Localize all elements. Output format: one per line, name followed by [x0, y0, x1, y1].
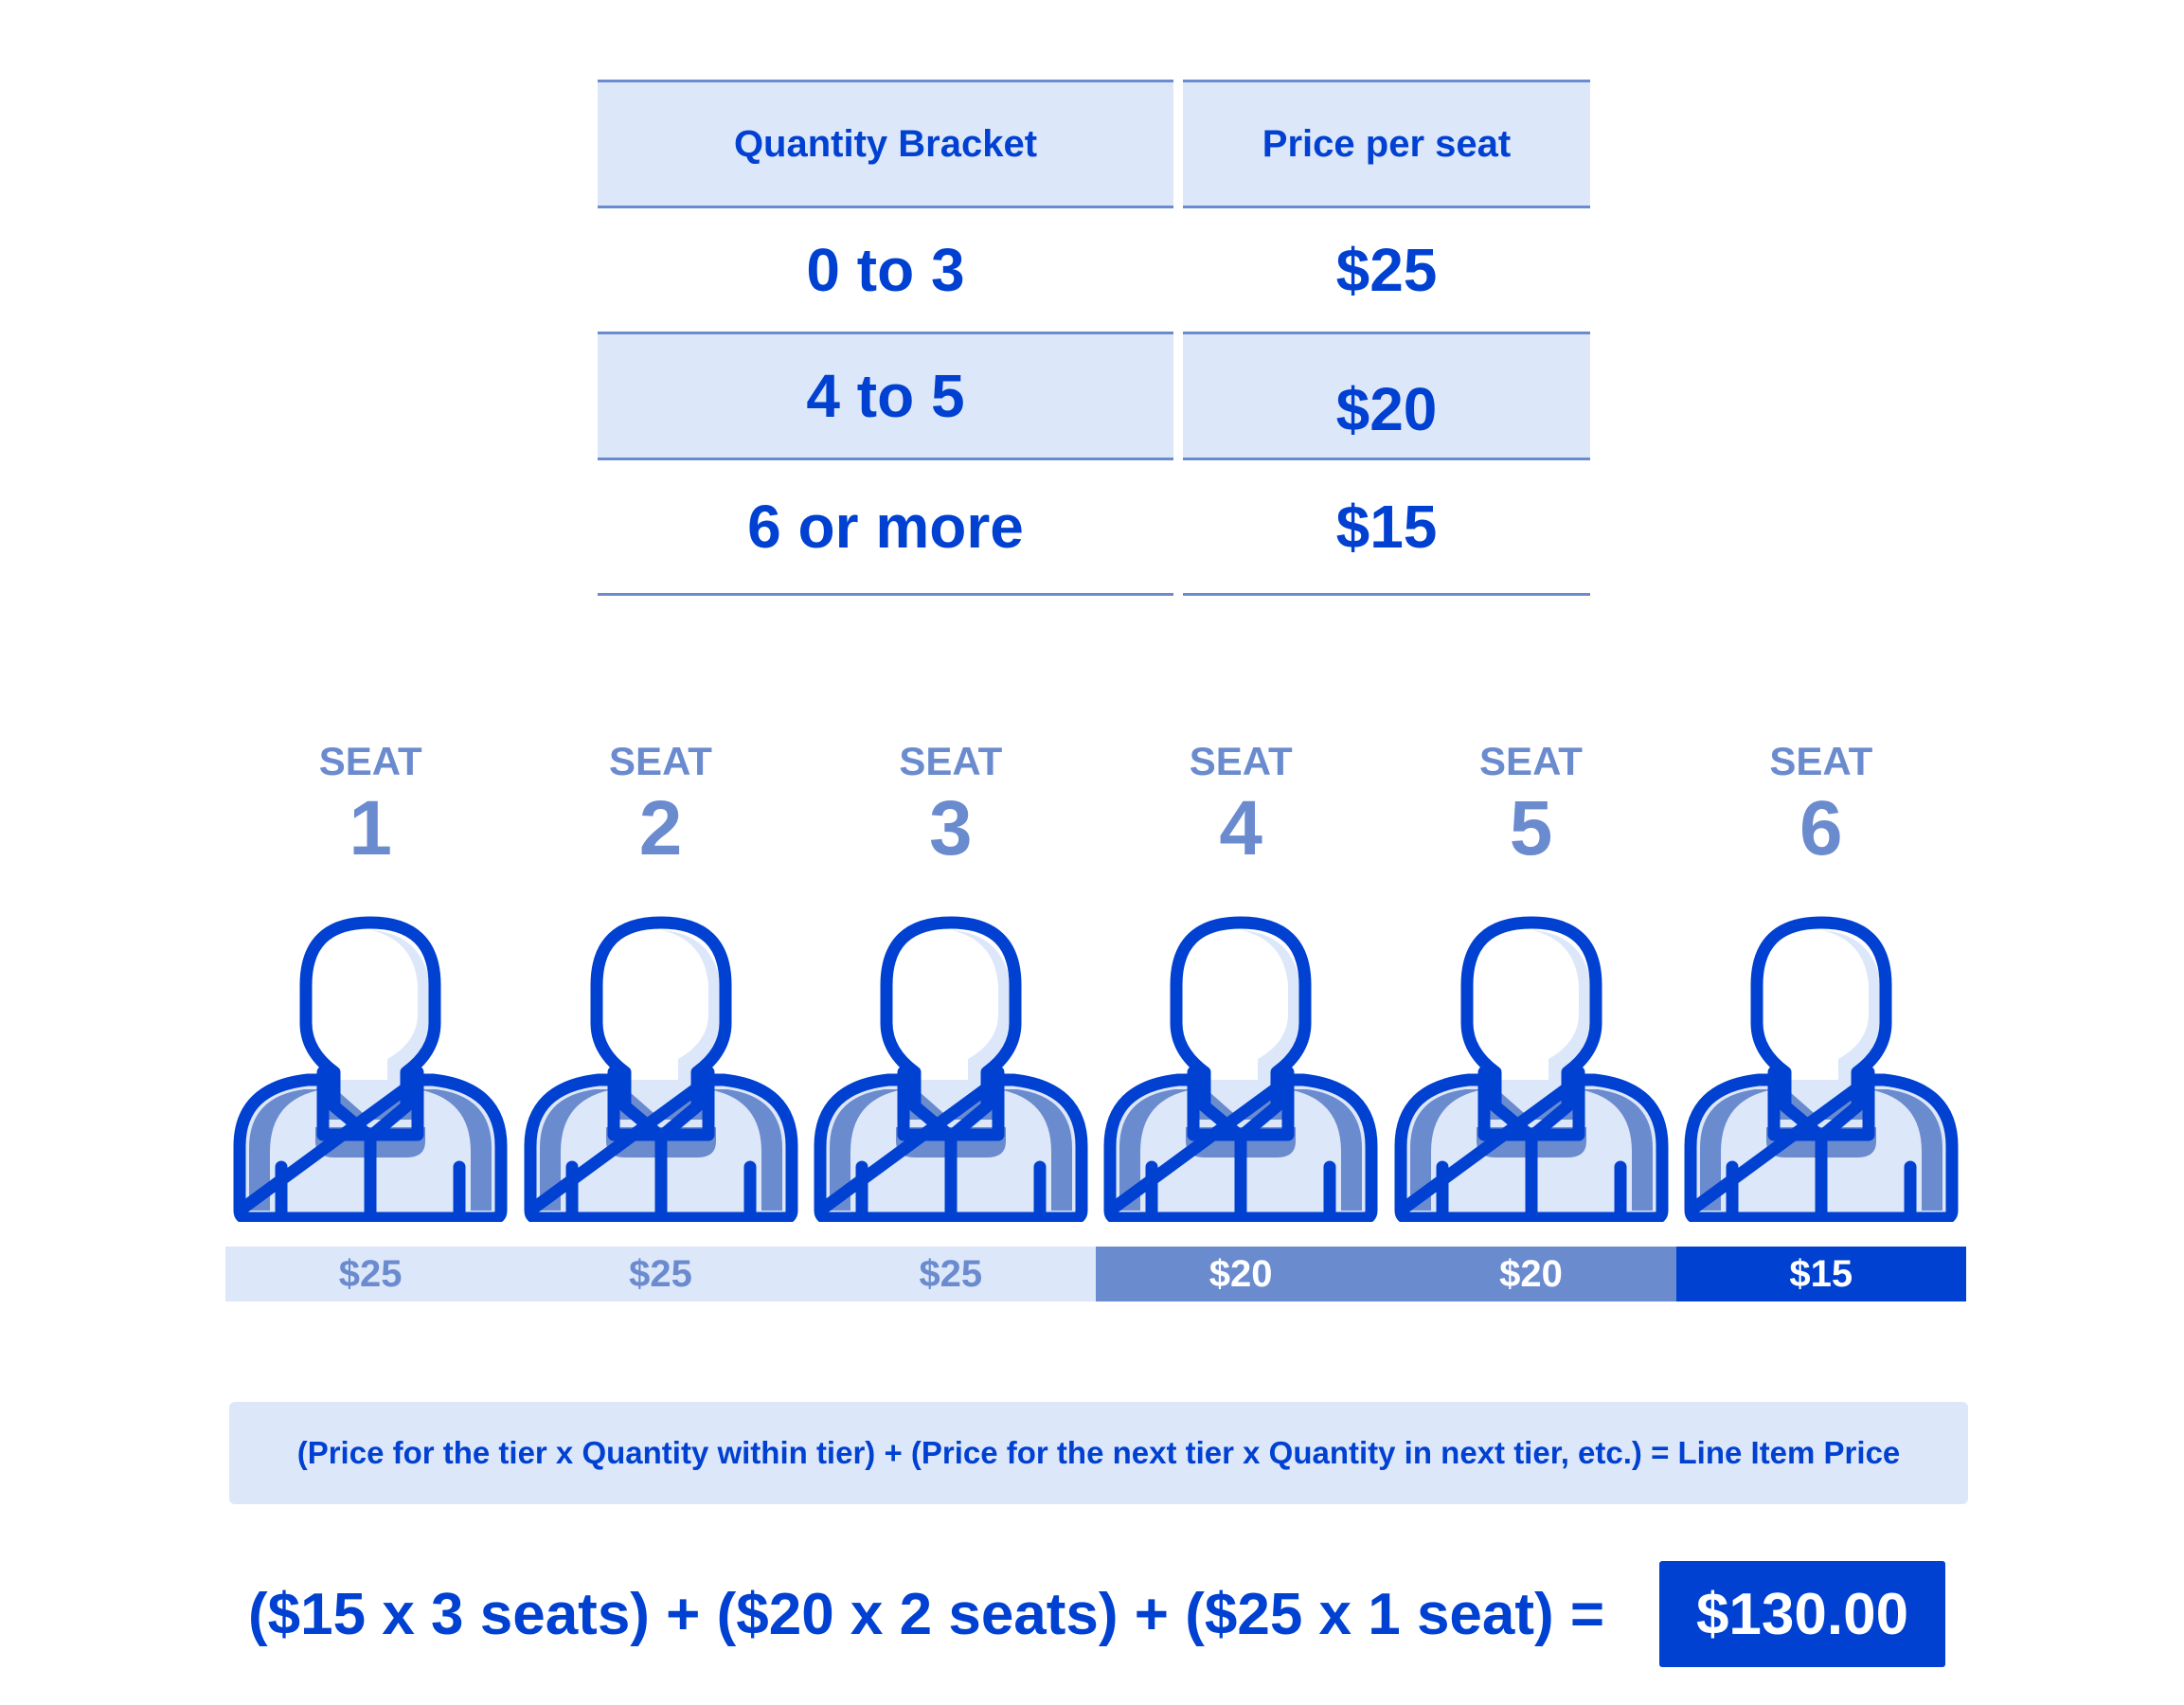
table-header-row: Quantity Bracket Price per seat: [598, 80, 1590, 208]
person-icon: [1099, 909, 1383, 1222]
seat-label-4: SEAT 4: [1099, 739, 1383, 871]
person-icon: [228, 909, 512, 1222]
seat-word: SEAT: [899, 739, 1003, 783]
seat-price: $20: [1208, 1252, 1273, 1295]
formula-text: (Price for the tier x Quantity within ti…: [296, 1435, 1901, 1470]
seat-number: 2: [638, 785, 683, 871]
seat-number: 4: [1219, 785, 1262, 871]
person-icon: [809, 909, 1093, 1222]
seat-price-bar: $25 $25 $25 $20 $20 $15: [225, 1247, 1966, 1301]
table-row: 0 to 3 $25: [598, 208, 1590, 334]
header-price-per-seat: Price per seat: [1183, 80, 1590, 208]
seat-word: SEAT: [1769, 739, 1873, 783]
seat-price-segment: $25: [805, 1247, 1096, 1301]
seat-price-segment: $25: [515, 1247, 806, 1301]
seat-word: SEAT: [609, 739, 712, 783]
table-row: 4 to 5 $20: [598, 334, 1590, 460]
seat-number: 3: [929, 785, 973, 871]
bracket-cell: 0 to 3: [598, 208, 1173, 334]
seat-number: 6: [1799, 785, 1843, 871]
seat-price-segment: $25: [225, 1247, 516, 1301]
seat-price: $20: [1499, 1252, 1563, 1295]
seat-number: 5: [1509, 785, 1553, 871]
seat-price: $25: [338, 1252, 403, 1295]
calculation-expression: ($15 x 3 seats) + ($20 x 2 seats) + ($25…: [248, 1561, 1604, 1667]
seat-price-segment: $20: [1095, 1247, 1387, 1301]
bracket-cell: 6 or more: [598, 460, 1173, 596]
total-price-badge: $130.00: [1659, 1561, 1945, 1667]
seat-label-2: SEAT 2: [519, 739, 803, 871]
seat-word: SEAT: [1189, 739, 1293, 783]
person-icon: [519, 909, 803, 1222]
seat-price-segment: $15: [1675, 1247, 1966, 1301]
seat-number: 1: [349, 785, 392, 871]
seat-label-5: SEAT 5: [1389, 739, 1674, 871]
seat-label-3: SEAT 3: [809, 739, 1093, 871]
pricing-table: Quantity Bracket Price per seat 0 to 3 $…: [598, 80, 1590, 596]
header-quantity-bracket: Quantity Bracket: [598, 80, 1173, 208]
price-cell: $25: [1183, 208, 1590, 334]
seat-price: $25: [629, 1252, 692, 1295]
formula-box: (Price for the tier x Quantity within ti…: [229, 1402, 1968, 1504]
price-cell: $15: [1183, 460, 1590, 596]
seat-price: $15: [1789, 1252, 1853, 1295]
bracket-cell: 4 to 5: [598, 334, 1173, 460]
price-cell: $20: [1183, 334, 1590, 460]
person-icon: [1679, 909, 1963, 1222]
seat-label-1: SEAT 1: [228, 739, 512, 871]
expression-text: ($15 x 3 seats) + ($20 x 2 seats) + ($25…: [248, 1581, 1605, 1647]
seat-word: SEAT: [318, 739, 422, 783]
seat-word: SEAT: [1479, 739, 1583, 783]
seat-label-6: SEAT 6: [1679, 739, 1963, 871]
seat-price: $25: [919, 1252, 983, 1295]
table-row: 6 or more $15: [598, 460, 1590, 596]
person-icon: [1389, 909, 1674, 1222]
total-price: $130.00: [1695, 1581, 1909, 1647]
seat-price-segment: $20: [1386, 1247, 1676, 1301]
